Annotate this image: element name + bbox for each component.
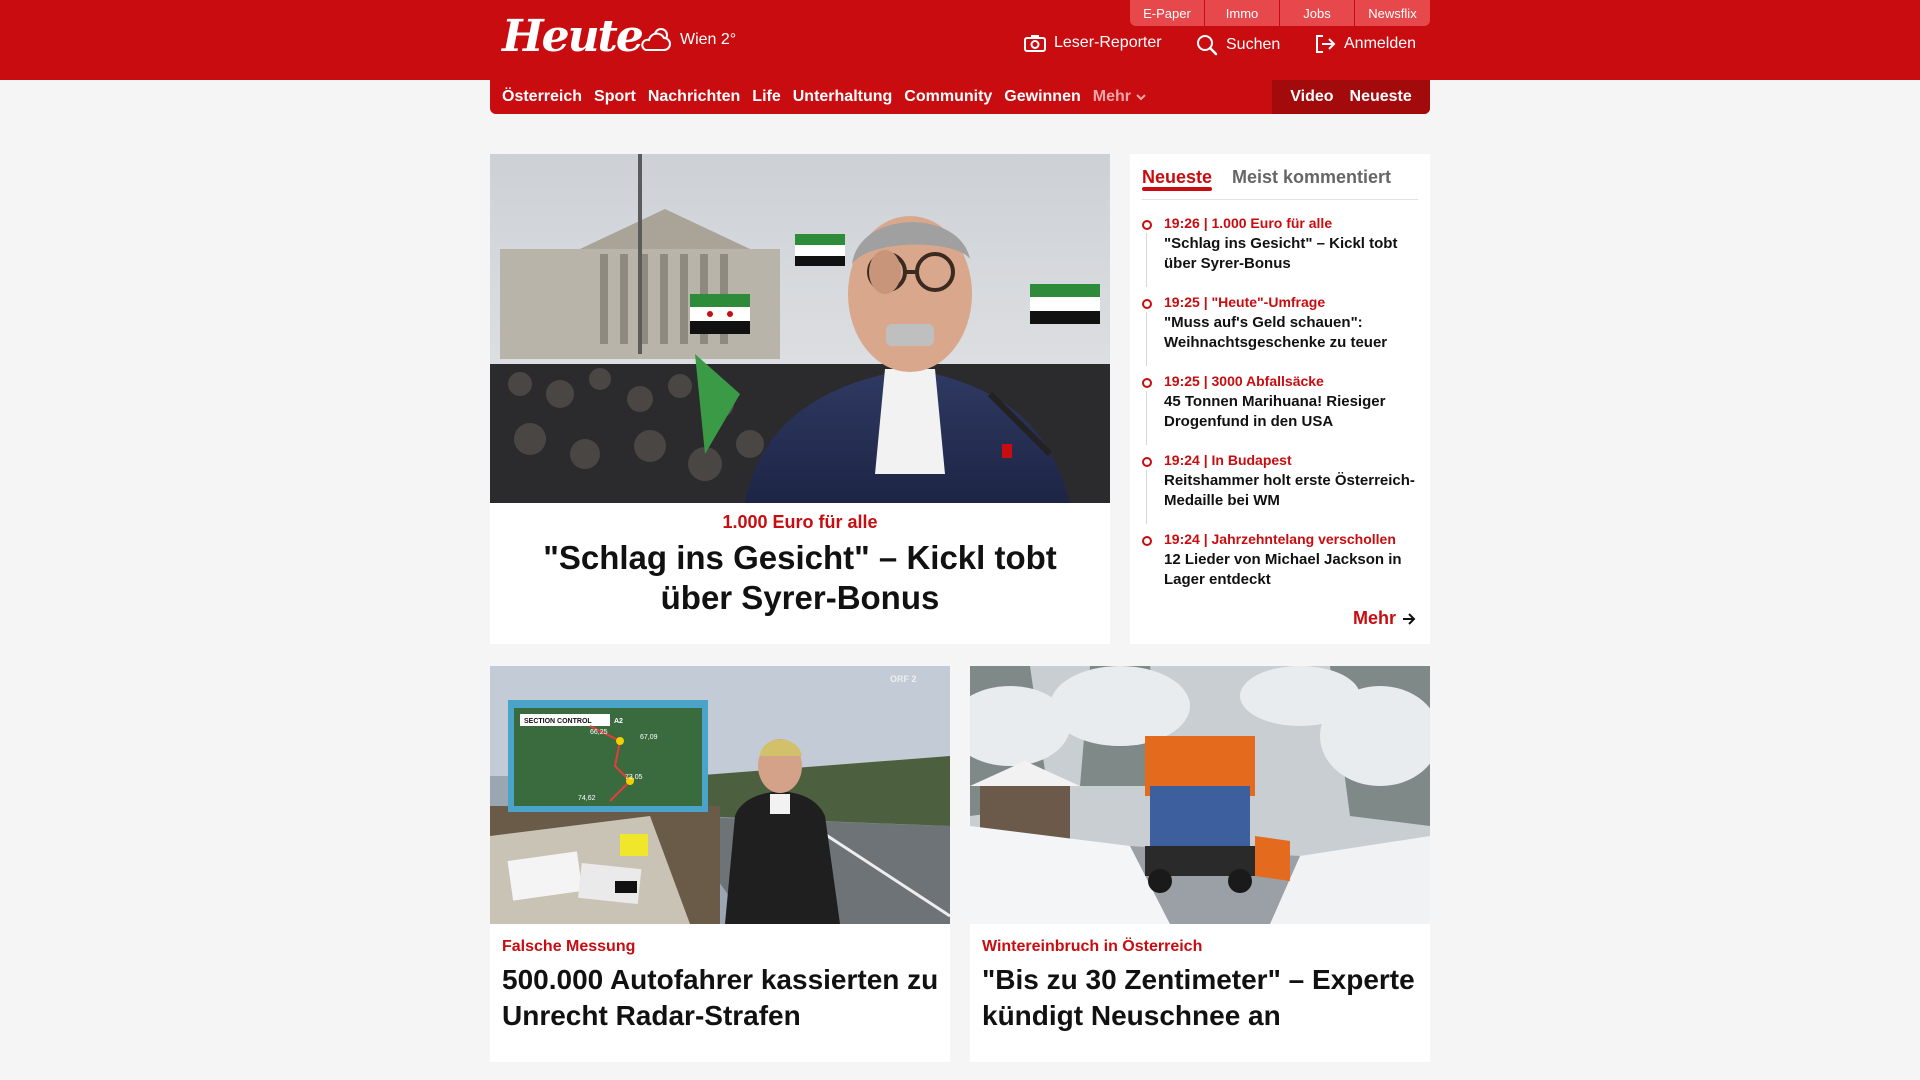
- weather-widget[interactable]: Wien 2°: [640, 26, 736, 54]
- nav-item-sport[interactable]: Sport: [594, 88, 636, 106]
- chevron-down-icon: [1136, 93, 1146, 100]
- timeline-line: [1146, 391, 1147, 445]
- article-card-snow[interactable]: Wintereinbruch in Österreich "Bis zu 30 …: [970, 666, 1430, 1062]
- ticker-meta: 19:24 | Jahrzehntelang verschollen: [1164, 531, 1396, 547]
- hero-article[interactable]: 1.000 Euro für alle "Schlag ins Gesicht"…: [490, 154, 1110, 644]
- main-nav: Österreich Sport Nachrichten Life Unterh…: [490, 80, 1430, 114]
- cloud-sun-icon: [641, 28, 671, 51]
- overlay-km-1: 66,25: [590, 729, 608, 736]
- news-ticker: 19:26 | 1.000 Euro für alle "Schlag ins …: [1142, 214, 1422, 609]
- hero-image: [490, 154, 1110, 503]
- overlay-title: SECTION CONTROL: [524, 718, 592, 725]
- article-card-radar[interactable]: SECTION CONTROL A2 66,25 67,09 73,05 74,…: [490, 666, 950, 1062]
- tab-newsflix[interactable]: Newsflix: [1355, 0, 1430, 26]
- ticker-headline: Reitshammer holt erste Österreich-Medail…: [1164, 472, 1415, 509]
- tab-meist-kommentiert[interactable]: Meist kommentiert: [1232, 167, 1391, 188]
- nav-more-label: Mehr: [1092, 88, 1131, 105]
- tab-neueste-label: Neueste: [1142, 167, 1213, 187]
- weather-label: Wien 2°: [680, 31, 737, 48]
- article-image-snow: [970, 666, 1430, 924]
- ticker-item[interactable]: 19:25 | "Heute"-Umfrage "Muss auf's Geld…: [1142, 293, 1422, 372]
- tab-neueste[interactable]: Neueste: [1142, 167, 1213, 191]
- sidebar-tabs: Neueste Meist kommentiert: [1142, 162, 1418, 200]
- timeline-line: [1146, 233, 1147, 287]
- search-icon: [1197, 35, 1218, 56]
- login-label: Anmelden: [1344, 35, 1417, 52]
- card-kicker: Wintereinbruch in Österreich: [982, 938, 1203, 955]
- nav-right-group: Video Neueste: [1272, 80, 1430, 114]
- nav-item-gewinnen[interactable]: Gewinnen: [1004, 88, 1080, 106]
- leser-reporter-label: Leser-Reporter: [1054, 34, 1162, 51]
- nav-item-nachrichten[interactable]: Nachrichten: [648, 88, 740, 106]
- ticker-meta: 19:26 | 1.000 Euro für alle: [1164, 215, 1333, 231]
- timeline-dot-icon: [1142, 536, 1152, 546]
- nav-item-unterhaltung[interactable]: Unterhaltung: [793, 88, 893, 106]
- nav-more-dropdown[interactable]: Mehr: [1093, 88, 1146, 106]
- nav-item-life[interactable]: Life: [752, 88, 780, 106]
- timeline-dot-icon: [1142, 378, 1152, 388]
- arrow-right-icon: [1403, 612, 1416, 625]
- nav-item-neueste[interactable]: Neueste: [1350, 88, 1412, 106]
- login-button[interactable]: Anmelden: [1314, 34, 1416, 54]
- tab-epaper[interactable]: E-Paper: [1130, 0, 1205, 26]
- timeline-line: [1146, 470, 1147, 524]
- nav-item-oesterreich[interactable]: Österreich: [502, 88, 582, 106]
- ticker-meta: 19:25 | 3000 Abfallsäcke: [1164, 373, 1324, 389]
- ticker-meta: 19:24 | In Budapest: [1164, 452, 1292, 468]
- ticker-meta: 19:25 | "Heute"-Umfrage: [1164, 294, 1326, 310]
- search-label: Suchen: [1226, 36, 1281, 53]
- ticker-headline: "Muss auf's Geld schauen": Weihnachtsges…: [1164, 314, 1388, 351]
- overlay-km-3: 73,05: [625, 774, 643, 781]
- hero-title[interactable]: "Schlag ins Gesicht" – Kickl tobt über S…: [510, 538, 1090, 618]
- timeline-dot-icon: [1142, 220, 1152, 230]
- sidebar-more-label: Mehr: [1352, 608, 1396, 628]
- overlay-km-2: 67,09: [640, 734, 658, 741]
- site-header: [0, 0, 1920, 80]
- overlay-road: A2: [614, 718, 623, 725]
- ticker-item[interactable]: 19:24 | Jahrzehntelang verschollen 12 Li…: [1142, 530, 1422, 609]
- article-image-radar: SECTION CONTROL A2 66,25 67,09 73,05 74,…: [490, 666, 950, 924]
- ticker-headline: 12 Lieder von Michael Jackson in Lager e…: [1164, 551, 1402, 588]
- ticker-headline: 45 Tonnen Marihuana! Riesiger Drogenfund…: [1164, 393, 1386, 430]
- hero-kicker: 1.000 Euro für alle: [722, 512, 878, 532]
- leser-reporter-button[interactable]: Leser-Reporter: [1024, 34, 1162, 52]
- card-kicker: Falsche Messung: [502, 938, 636, 955]
- login-icon: [1316, 35, 1336, 53]
- ticker-item[interactable]: 19:26 | 1.000 Euro für alle "Schlag ins …: [1142, 214, 1422, 293]
- active-tab-underline: [1142, 187, 1212, 191]
- card-title[interactable]: "Bis zu 30 Zentimeter" – Experte kündigt…: [982, 962, 1422, 1034]
- heute-logo[interactable]: Heute: [502, 12, 644, 62]
- search-button[interactable]: Suchen: [1196, 34, 1280, 56]
- utility-tabs: E-Paper Immo Jobs Newsflix: [1130, 0, 1430, 26]
- timeline-dot-icon: [1142, 299, 1152, 309]
- ticker-item[interactable]: 19:25 | 3000 Abfallsäcke 45 Tonnen Marih…: [1142, 372, 1422, 451]
- timeline-dot-icon: [1142, 457, 1152, 467]
- nav-item-video[interactable]: Video: [1290, 88, 1333, 106]
- ticker-headline: "Schlag ins Gesicht" – Kickl tobt über S…: [1164, 235, 1398, 272]
- channel-logo: ORF 2: [890, 674, 917, 684]
- tab-immo[interactable]: Immo: [1205, 0, 1280, 26]
- overlay-km-4: 74,62: [578, 795, 596, 802]
- camera-icon: [1024, 35, 1046, 52]
- ticker-item[interactable]: 19:24 | In Budapest Reitshammer holt ers…: [1142, 451, 1422, 530]
- nav-item-community[interactable]: Community: [904, 88, 992, 106]
- sidebar-more-link[interactable]: Mehr: [1353, 608, 1416, 629]
- tab-jobs[interactable]: Jobs: [1280, 0, 1355, 26]
- card-title[interactable]: 500.000 Autofahrer kassierten zu Unrecht…: [502, 962, 942, 1034]
- timeline-line: [1146, 312, 1147, 366]
- news-sidebar: Neueste Meist kommentiert 19:26 | 1.000 …: [1130, 154, 1430, 644]
